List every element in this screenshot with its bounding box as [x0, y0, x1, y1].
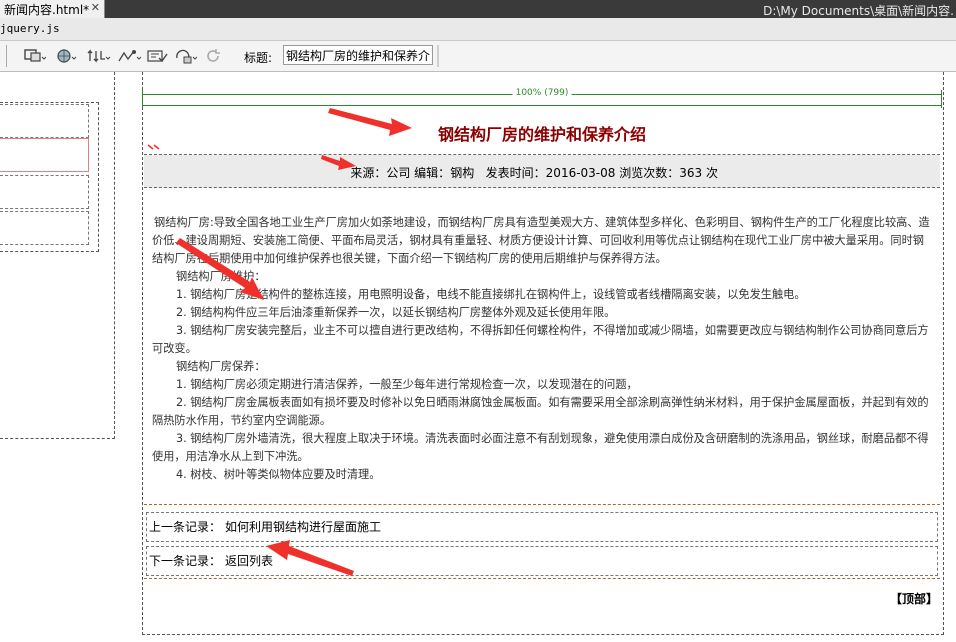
- left-nav-box[interactable]: [0, 102, 99, 252]
- meta-source-label: 来源：: [350, 166, 387, 180]
- prev-record-link[interactable]: 如何利用钢结构进行屋面施工: [225, 520, 381, 534]
- article-paragraph: 2. 钢结构构件应三年后油漆重新保养一次，以延长钢结构厂房整体外观及延长使用年限…: [176, 306, 616, 319]
- next-record-link[interactable]: 返回列表: [225, 554, 273, 568]
- meta-source: 公司: [386, 166, 411, 180]
- left-nav-item[interactable]: [0, 104, 89, 138]
- check-browser-icon[interactable]: [174, 47, 198, 65]
- toolbar-separator: [6, 45, 7, 67]
- article-paragraph: 钢结构厂房:导致全国各地工业生产厂房加火如荼地建设，而钢结构厂房具有造型美观大方…: [152, 216, 930, 265]
- title-label: 标题:: [244, 51, 273, 65]
- meta-views-label: 浏览次数：: [619, 166, 680, 180]
- meta-editor-label: 编辑：: [414, 166, 451, 180]
- debug-icon[interactable]: [117, 47, 143, 65]
- prev-record-label: 上一条记录：: [149, 520, 222, 534]
- left-layout-region[interactable]: [0, 72, 115, 439]
- article-paragraph: 4. 树枝、树叶等类似物体应要及时清理。: [176, 468, 381, 481]
- meta-editor: 钢构: [450, 166, 475, 180]
- article-subheading: 钢结构厂房保养：: [176, 360, 266, 373]
- document-tab[interactable]: 新闻内容.html* ✕: [0, 0, 105, 18]
- article-paragraph: 3. 钢结构厂房外墙清洗，很大程度上取决于环境。清洗表面时必面注意不有刮划现象，…: [152, 432, 929, 463]
- left-nav-item-selected[interactable]: [0, 138, 89, 172]
- left-nav-item[interactable]: [0, 211, 89, 245]
- globe-preview-icon[interactable]: [55, 47, 79, 65]
- article-body: 钢结构厂房:导致全国各地工业生产厂房加火如荼地建设，而钢结构厂房具有造型美观大方…: [152, 214, 934, 484]
- document-path: D:\My Documents\桌面\新闻内容.: [763, 4, 954, 18]
- design-canvas: 100% (799) 钢结构厂房的维护和保养介绍 来源：公司 编辑：钢构 发表时…: [0, 72, 956, 642]
- title-input[interactable]: [283, 45, 433, 65]
- meta-date-label: 发表时间：: [485, 166, 546, 180]
- document-tab-bar: 新闻内容.html* ✕ D:\My Documents\桌面\新闻内容.: [0, 0, 956, 18]
- left-nav-item[interactable]: [0, 175, 89, 209]
- article-paragraph: 1. 钢结构厂房是结构件的整栋连接，用电照明设备，电线不能直接绑扎在钢构件上，设…: [176, 288, 806, 301]
- article-paragraph: 2. 钢结构厂房金属板表面如有损坏要及时修补以免日晒雨淋腐蚀金属板面。如有需要采…: [152, 396, 929, 427]
- close-icon[interactable]: ✕: [91, 1, 100, 14]
- related-file-jquery[interactable]: jquery.js: [0, 22, 60, 35]
- next-record-row: 下一条记录： 返回列表: [146, 546, 938, 576]
- back-to-top-link[interactable]: 【顶部】: [890, 590, 938, 607]
- ruler-line: [142, 105, 942, 106]
- ruler-tick: [941, 90, 942, 108]
- multiscreen-icon[interactable]: [22, 47, 48, 65]
- meta-views: 363 次: [679, 166, 718, 180]
- ruler-label[interactable]: 100% (799): [512, 88, 572, 98]
- ruler-tick: [142, 90, 143, 108]
- related-files-bar: jquery.js: [0, 18, 956, 41]
- file-manage-icon[interactable]: [86, 47, 112, 65]
- section-divider: [144, 578, 940, 579]
- document-toolbar: 标题:: [0, 41, 956, 72]
- meta-date: 2016-03-08: [545, 166, 616, 180]
- article-paragraph: 3. 钢结构厂房安装完整后，业主不可以擅自进行更改结构，不得拆卸任何螺栓构件，不…: [152, 324, 929, 355]
- table-width-ruler: 100% (799): [142, 88, 942, 110]
- prev-record-row: 上一条记录： 如何利用钢结构进行屋面施工: [146, 512, 938, 542]
- document-tab-label: 新闻内容.html*: [4, 2, 90, 17]
- article-meta: 来源：公司 编辑：钢构 发表时间：2016-03-08 浏览次数：363 次: [144, 155, 940, 188]
- article-subheading: 钢结构厂房维护：: [176, 270, 266, 283]
- toolbar-separator: [437, 45, 439, 67]
- article-paragraph: 1. 钢结构厂房必须定期进行清洁保养，一般至少每年进行常规检查一次，以发现潜在的…: [176, 378, 638, 391]
- validate-icon[interactable]: [146, 47, 170, 65]
- next-record-label: 下一条记录：: [149, 554, 222, 568]
- refresh-icon[interactable]: [204, 47, 224, 65]
- article-title: 钢结构厂房的维护和保养介绍: [144, 112, 940, 155]
- section-divider: [144, 504, 940, 505]
